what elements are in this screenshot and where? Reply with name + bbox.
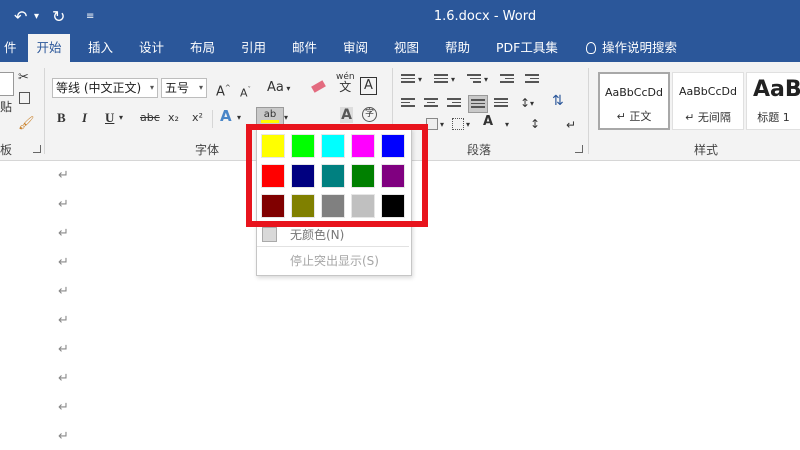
copy-icon[interactable] xyxy=(19,92,30,104)
tab-references[interactable]: 引用 xyxy=(233,34,274,62)
italic-icon[interactable]: I xyxy=(82,110,87,126)
style-no-spacing[interactable]: AaBbCcDd ↵ 无间隔 xyxy=(672,72,744,130)
paragraph-mark: ↵ xyxy=(58,429,69,444)
group-label-styles: 样式 xyxy=(694,143,719,157)
strikethrough-icon[interactable]: abc xyxy=(140,110,160,126)
grow-font-icon[interactable]: A^ xyxy=(216,80,231,100)
tell-me-search[interactable]: 操作说明搜索 xyxy=(578,34,685,62)
annotation-highlight-rectangle xyxy=(246,124,428,227)
multilevel-dropdown-icon[interactable]: ▾ xyxy=(484,72,488,88)
no-color-icon xyxy=(262,227,277,242)
stop-highlighting-menu-item[interactable]: 停止突出显示(S) xyxy=(257,250,409,272)
align-center-icon[interactable] xyxy=(424,98,438,110)
decrease-indent-icon[interactable] xyxy=(500,74,514,86)
increase-indent-icon[interactable] xyxy=(525,74,539,86)
underline-dropdown-icon[interactable]: ▾ xyxy=(119,110,123,126)
paragraph-mark-icon[interactable]: ↵ xyxy=(566,117,576,133)
tab-review[interactable]: 审阅 xyxy=(335,34,376,62)
paragraph-mark: ↵ xyxy=(58,400,69,415)
paragraph-mark: ↵ xyxy=(58,197,69,212)
paste-label[interactable]: 贴 xyxy=(0,99,12,115)
sort-icon[interactable]: ⇅ xyxy=(552,93,564,109)
align-left-icon[interactable] xyxy=(401,98,415,110)
lightbulb-icon xyxy=(586,42,596,54)
justify-button[interactable] xyxy=(468,95,488,113)
character-shading-icon[interactable]: A xyxy=(340,107,353,123)
chinese-layout-icon[interactable]: A xyxy=(483,114,493,130)
group-label-paragraph: 段落 xyxy=(467,143,492,157)
borders-dropdown-icon[interactable]: ▾ xyxy=(466,117,470,133)
superscript-icon[interactable]: x² xyxy=(192,110,203,126)
font-name-dropdown[interactable]: 等线 (中文正文) ▾ xyxy=(52,78,158,98)
group-label-clipboard: 板 xyxy=(0,143,13,157)
shrink-font-icon[interactable]: Aˇ xyxy=(240,82,251,102)
paragraph-mark: ↵ xyxy=(58,226,69,241)
distributed-icon[interactable] xyxy=(494,98,508,110)
multilevel-list-icon[interactable] xyxy=(467,74,481,86)
font-size-dropdown[interactable]: 五号 ▾ xyxy=(161,78,207,98)
style-heading-1[interactable]: AaB 标题 1 xyxy=(746,72,800,130)
bullets-icon[interactable] xyxy=(401,74,415,86)
align-right-icon[interactable] xyxy=(447,98,461,110)
character-border-icon[interactable]: A xyxy=(360,77,377,95)
phonetic-guide-icon[interactable]: wén 文 xyxy=(336,72,355,94)
tab-design[interactable]: 设计 xyxy=(131,34,172,62)
bullets-dropdown-icon[interactable]: ▾ xyxy=(418,72,422,88)
clear-formatting-icon[interactable] xyxy=(310,78,326,94)
text-effects-icon[interactable]: A xyxy=(220,108,232,124)
text-highlight-button[interactable]: ab xyxy=(256,107,284,125)
tab-view[interactable]: 视图 xyxy=(386,34,427,62)
tab-pdf-tools[interactable]: PDF工具集 xyxy=(488,34,566,62)
text-effects-dropdown-icon[interactable]: ▾ xyxy=(237,110,241,126)
tab-home[interactable]: 开始 xyxy=(28,34,70,62)
enclose-characters-icon[interactable]: 字 xyxy=(362,107,377,122)
ribbon-tab-bar: 件 开始 插入 设计 布局 引用 邮件 审阅 视图 帮助 PDF工具集 操作说明… xyxy=(0,34,800,62)
document-title: 1.6.docx - Word xyxy=(433,9,537,24)
tab-help[interactable]: 帮助 xyxy=(437,34,478,62)
shading-dropdown-icon[interactable]: ▾ xyxy=(440,117,444,133)
borders-icon[interactable] xyxy=(452,118,464,130)
numbering-dropdown-icon[interactable]: ▾ xyxy=(451,72,455,88)
line-spacing-icon[interactable]: ↕ xyxy=(520,95,530,111)
tab-file[interactable]: 件 xyxy=(0,34,25,62)
paragraph-mark: ↵ xyxy=(58,371,69,386)
subscript-icon[interactable]: x₂ xyxy=(168,110,179,126)
numbering-icon[interactable] xyxy=(434,74,448,86)
tab-layout[interactable]: 布局 xyxy=(182,34,223,62)
bold-icon[interactable]: B xyxy=(57,110,66,126)
underline-icon[interactable]: U xyxy=(105,110,114,126)
paste-icon[interactable] xyxy=(0,72,14,96)
clipboard-launcher-icon[interactable] xyxy=(33,145,41,153)
line-spacing-dropdown-icon[interactable]: ▾ xyxy=(530,96,534,112)
cut-icon[interactable]: ✂ xyxy=(18,70,29,86)
chinese-layout-dropdown-icon[interactable]: ▾ xyxy=(505,117,509,133)
change-case-icon[interactable]: Aa ▾ xyxy=(267,80,290,97)
tab-insert[interactable]: 插入 xyxy=(80,34,121,62)
paragraph-mark: ↵ xyxy=(58,342,69,357)
menu-divider xyxy=(257,246,409,247)
paragraph-launcher-icon[interactable] xyxy=(575,145,583,153)
paragraph-mark: ↵ xyxy=(58,284,69,299)
style-normal[interactable]: AaBbCcDd ↵ 正文 xyxy=(598,72,670,130)
group-label-font: 字体 xyxy=(195,143,220,157)
paragraph-mark: ↵ xyxy=(58,255,69,270)
paragraph-mark: ↵ xyxy=(58,313,69,328)
tab-mailings[interactable]: 邮件 xyxy=(284,34,325,62)
paragraph-mark: ↵ xyxy=(58,168,69,183)
no-color-menu-item[interactable]: 无颜色(N) xyxy=(257,224,409,246)
show-hide-marks-icon[interactable]: ↕ xyxy=(530,116,540,132)
format-painter-icon[interactable]: 🖌 xyxy=(18,116,35,132)
title-bar: ↶ ▾ ↻ ≡ 1.6.docx - Word xyxy=(0,0,800,34)
